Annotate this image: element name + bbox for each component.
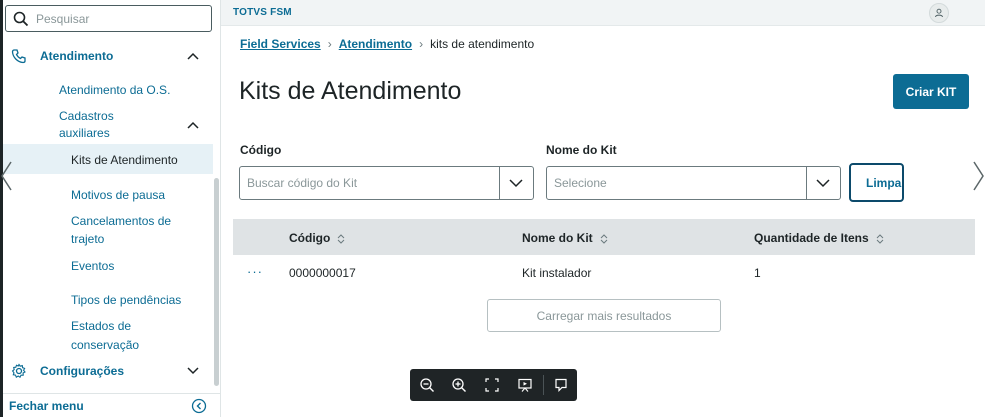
sidebar-item-label: Tipos de pendências bbox=[71, 293, 182, 307]
column-header-item-quantity[interactable]: Quantidade de Itens bbox=[754, 231, 884, 245]
sort-icon[interactable] bbox=[337, 234, 345, 244]
sidebar-scrollbar[interactable] bbox=[214, 178, 219, 386]
sidebar-menu: Atendimento Atendimento da O.S. Cadastro… bbox=[3, 40, 213, 390]
sidebar-item-label: Atendimento da O.S. bbox=[59, 83, 171, 97]
code-filter-placeholder: Buscar código do Kit bbox=[247, 176, 358, 190]
sidebar-item-label: Motivos de pausa bbox=[71, 188, 166, 202]
sort-icon[interactable] bbox=[600, 234, 608, 244]
sidebar-item-label: Configurações bbox=[40, 364, 125, 378]
close-menu-button[interactable]: Fechar menu bbox=[3, 393, 220, 417]
sidebar-item-label: Cadastros auxiliares bbox=[59, 109, 114, 140]
name-filter-label: Nome do Kit bbox=[546, 143, 617, 157]
sidebar-item-kits-de-atendimento[interactable]: Kits de Atendimento bbox=[3, 144, 213, 174]
sidebar-item-configuracoes[interactable]: Configurações bbox=[3, 363, 213, 379]
cell-kit-name: Kit instalador bbox=[522, 266, 592, 280]
chevron-down-icon[interactable] bbox=[187, 366, 199, 376]
select-divider bbox=[806, 167, 807, 199]
sidebar-item-label: Atendimento bbox=[40, 49, 114, 63]
table-header: Código Nome do Kit Quantidade de Itens bbox=[233, 219, 975, 255]
chevron-left-circle-icon[interactable] bbox=[191, 398, 207, 414]
chevron-right-icon[interactable] bbox=[973, 160, 985, 192]
zoom-in-icon[interactable] bbox=[451, 377, 467, 393]
row-actions-icon[interactable]: ··· bbox=[247, 264, 263, 279]
sidebar-item-label: Cancelamentos de trajeto bbox=[71, 214, 172, 246]
presentation-icon[interactable] bbox=[517, 377, 533, 393]
phone-icon bbox=[11, 49, 26, 64]
breadcrumb-current: kits de atendimento bbox=[430, 37, 535, 51]
breadcrumb: Field Services › Atendimento › kits de atend… bbox=[240, 37, 534, 51]
sidebar-item-tipos-de-pendencias[interactable]: Tipos de pendências bbox=[3, 292, 213, 308]
column-header-label: Nome do Kit bbox=[522, 231, 593, 245]
sidebar-item-motivos-de-pausa[interactable]: Motivos de pausa bbox=[3, 187, 213, 203]
cell-code: 0000000017 bbox=[289, 266, 356, 280]
sidebar-item-cadastros-auxiliares[interactable]: Cadastros auxiliares bbox=[3, 108, 213, 142]
create-kit-button[interactable]: Criar KIT bbox=[893, 74, 969, 109]
zoom-out-icon[interactable] bbox=[419, 377, 435, 393]
breadcrumb-atendimento[interactable]: Atendimento bbox=[339, 37, 412, 51]
close-menu-label: Fechar menu bbox=[9, 399, 84, 413]
sidebar-item-label: Estados de conservação bbox=[71, 319, 140, 352]
sidebar-item-estados-de-conservacao[interactable]: Estados de conservação bbox=[3, 317, 213, 353]
chevron-up-icon[interactable] bbox=[187, 120, 199, 130]
breadcrumb-separator-icon: › bbox=[327, 37, 332, 51]
fullscreen-icon[interactable] bbox=[484, 377, 500, 393]
clear-filters-button[interactable]: Limpar bbox=[849, 163, 904, 202]
user-icon bbox=[935, 8, 943, 18]
select-divider bbox=[499, 167, 500, 199]
name-filter-placeholder: Selecione bbox=[554, 176, 607, 190]
chevron-down-icon[interactable] bbox=[816, 178, 830, 188]
toolbar-divider bbox=[543, 375, 544, 395]
sidebar-item-eventos[interactable]: Eventos bbox=[3, 258, 213, 274]
column-header-code[interactable]: Código bbox=[289, 231, 345, 245]
sidebar-item-cancelamentos-de-trajeto[interactable]: Cancelamentos de trajeto bbox=[3, 212, 213, 246]
cell-item-quantity: 1 bbox=[754, 266, 761, 280]
column-header-label: Código bbox=[289, 231, 331, 245]
sidebar-item-atendimento-os[interactable]: Atendimento da O.S. bbox=[3, 82, 213, 98]
gear-icon bbox=[11, 363, 26, 379]
column-header-kit-name[interactable]: Nome do Kit bbox=[522, 231, 608, 245]
sidebar-item-label: Kits de Atendimento bbox=[71, 153, 178, 167]
comment-icon[interactable] bbox=[553, 377, 569, 393]
breadcrumb-separator-icon: › bbox=[419, 37, 424, 51]
sidebar-search[interactable] bbox=[5, 5, 212, 32]
sort-icon[interactable] bbox=[876, 234, 884, 244]
chevron-up-icon[interactable] bbox=[187, 51, 199, 61]
table-row[interactable]: ··· 0000000017 Kit instalador 1 bbox=[233, 256, 975, 290]
column-header-label: Quantidade de Itens bbox=[754, 231, 869, 245]
sidebar-item-label: Eventos bbox=[71, 259, 115, 273]
name-filter-select[interactable]: Selecione bbox=[546, 166, 841, 200]
viewer-toolbar bbox=[410, 369, 577, 401]
page-title: Kits de Atendimento bbox=[239, 77, 462, 105]
app-header: TOTVS FSM bbox=[221, 0, 985, 26]
sidebar: Atendimento Atendimento da O.S. Cadastro… bbox=[0, 0, 221, 417]
code-filter-label: Código bbox=[240, 143, 282, 157]
app-brand: TOTVS FSM bbox=[233, 7, 292, 18]
code-filter-select[interactable]: Buscar código do Kit bbox=[239, 166, 534, 200]
search-input[interactable] bbox=[36, 9, 206, 28]
sidebar-item-atendimento[interactable]: Atendimento bbox=[3, 48, 213, 64]
chevron-left-icon[interactable] bbox=[0, 160, 12, 192]
search-icon bbox=[13, 11, 29, 27]
load-more-button[interactable]: Carregar mais resultados bbox=[487, 299, 721, 332]
chevron-down-icon[interactable] bbox=[509, 178, 523, 188]
avatar[interactable] bbox=[929, 3, 949, 23]
breadcrumb-field-services[interactable]: Field Services bbox=[240, 37, 321, 51]
